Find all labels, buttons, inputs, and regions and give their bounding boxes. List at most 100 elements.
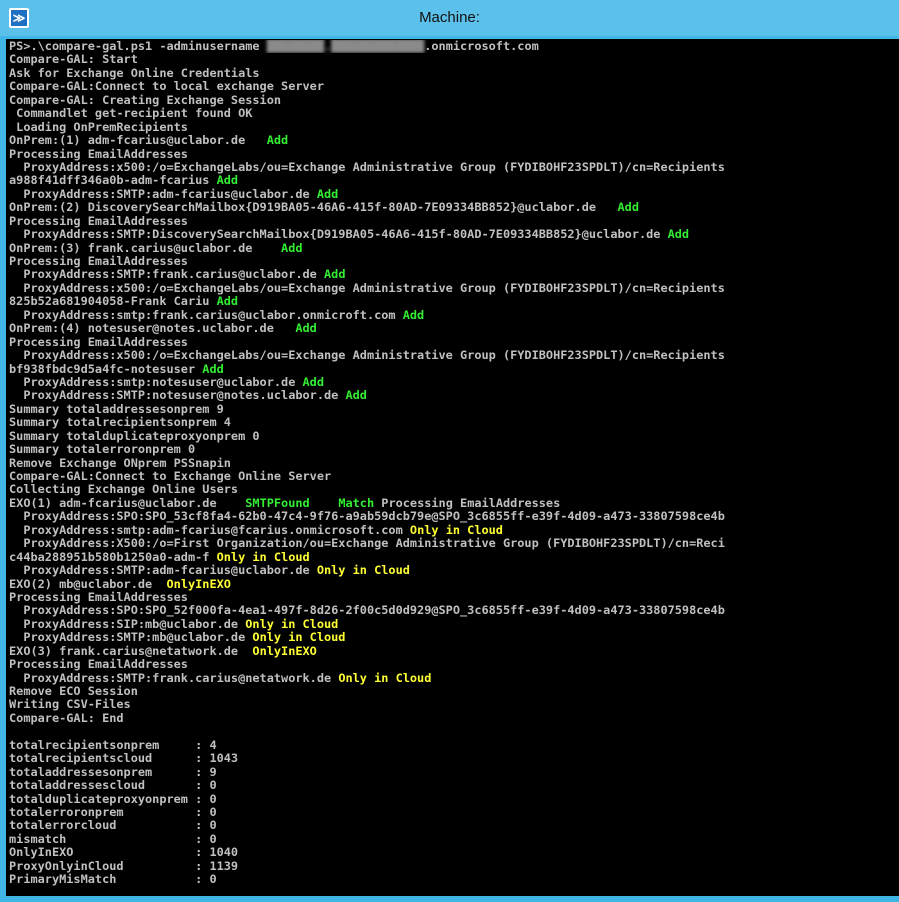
console-line: Writing CSV-Files (9, 698, 899, 711)
console-text: Compare-GAL: Start (9, 53, 138, 67)
console-line: EXO(1) adm-fcarius@uclabor.de SMTPFound … (9, 497, 899, 510)
title-bar[interactable]: ≫ Machine: (0, 0, 899, 36)
console-line: OnPrem:(3) frank.carius@uclabor.de Add (9, 242, 899, 255)
console-line: ProxyAddress:SMTP:frank.carius@netatwork… (9, 672, 899, 685)
console-text: ProxyAddress:x500:/o=ExchangeLabs/ou=Exc… (9, 281, 725, 295)
console-text: Compare-GAL:Connect to Exchange Online S… (9, 470, 332, 483)
console-line: Commandlet get-recipient found OK (9, 107, 899, 120)
console-line: Processing EmailAddresses (9, 255, 899, 268)
console-line: ProxyAddress:x500:/o=ExchangeLabs/ou=Exc… (9, 161, 899, 174)
console-text: totalerrorcloud : 0 (9, 819, 217, 833)
status-cloud: Only in Cloud (316, 564, 410, 578)
console-line: Summary totalduplicateproxyonprem 0 (9, 430, 899, 443)
console-line: OnPrem:(2) DiscoverySearchMailbox{D919BA… (9, 201, 899, 214)
status-cloud: Only in Cloud (245, 617, 339, 631)
status-add: Add (202, 362, 224, 376)
console-line: ProxyAddress:SPO:SPO_52f000fa-4ea1-497f-… (9, 604, 899, 617)
console-text: Processing EmailAddresses (9, 214, 188, 228)
status-add: Add (617, 201, 639, 215)
console-line: Loading OnPremRecipients (9, 121, 899, 134)
status-match: SMTPFound (245, 496, 310, 510)
console-text: ProxyAddress:SMTP:adm-fcarius@uclabor.de (9, 564, 317, 578)
console-output[interactable]: PS>.\compare-gal.ps1 -adminusername ████… (6, 39, 899, 896)
console-line: Summary totalerroronprem 0 (9, 443, 899, 456)
console-text: totaladdressesonprem : 9 (9, 765, 217, 779)
console-line: ProxyOnlyinCloud : 1139 (9, 860, 899, 873)
console-text: Compare-GAL:Connect to local exchange Se… (9, 80, 324, 94)
console-line: PrimaryMisMatch : 0 (9, 873, 899, 886)
console-text: Summary totaladdressesonprem 9 (9, 402, 224, 416)
console-text: OnPrem:(1) adm-fcarius@uclabor.de (9, 134, 267, 148)
status-add: Add (216, 295, 239, 309)
console-text: ProxyAddress:SMTP:mb@uclabor.de (9, 631, 253, 645)
powershell-window: ≫ Machine: PS>.\compare-gal.ps1 -adminus… (0, 0, 899, 902)
console-text: bf938fbdc9d5a4fc-notesuser (9, 362, 203, 376)
console-line: mismatch : 0 (9, 833, 899, 846)
console-text: Commandlet get-recipient found OK (9, 107, 253, 121)
console-text: ProxyAddress:X500:/o=First Organization/… (9, 537, 725, 551)
redacted-text: ████████.█████████████ (266, 40, 425, 53)
status-add: Add (667, 228, 690, 242)
console-text: OnPrem:(4) notesuser@notes.uclabor.de (9, 322, 296, 336)
console-text: .onmicrosoft.com (424, 40, 539, 53)
console-text: Writing CSV-Files (9, 698, 131, 712)
console-text: ProxyAddress:SMTP:frank.carius@uclabor.d… (9, 268, 324, 282)
status-add: Add (402, 308, 425, 322)
console-line: Processing EmailAddresses (9, 336, 899, 349)
status-cloud: Only in Cloud (338, 671, 432, 685)
console-line: totaladdressesonprem : 9 (9, 766, 899, 779)
status-add: Add (324, 268, 346, 282)
console-line: 825b52a681904058-Frank Cariu Add (9, 295, 899, 308)
console-line: Processing EmailAddresses (9, 591, 899, 604)
console-line: totalerrorcloud : 0 (9, 819, 899, 832)
console-line: ProxyAddress:SIP:mb@uclabor.de Only in C… (9, 618, 899, 631)
console-line: OnPrem:(4) notesuser@notes.uclabor.de Ad… (9, 322, 899, 335)
console-text: Remove Exchange ONprem PSSnapin (9, 456, 231, 470)
console-text: Summary totalrecipientsonprem 4 (9, 416, 231, 430)
console-line: OnPrem:(1) adm-fcarius@uclabor.de Add (9, 134, 899, 147)
console-line: ProxyAddress:X500:/o=First Organization/… (9, 537, 899, 550)
status-add: Add (302, 375, 324, 389)
console-line: Processing EmailAddresses (9, 148, 899, 161)
console-line: Processing EmailAddresses (9, 658, 899, 671)
console-text: Compare-GAL: End (9, 711, 124, 725)
console-line: ProxyAddress:x500:/o=ExchangeLabs/ou=Exc… (9, 349, 899, 362)
console-lines: PS>.\compare-gal.ps1 -adminusername ████… (9, 40, 899, 896)
status-add: Add (281, 241, 303, 255)
console-text: totalerroronprem : 0 (9, 805, 217, 819)
console-text: ProxyAddress:smtp:notesuser@uclabor.de (9, 375, 303, 389)
console-line: Remove Exchange ONprem PSSnapin (9, 457, 899, 470)
console-text: ProxyAddress:SPO:SPO_52f000fa-4ea1-497f-… (9, 604, 725, 618)
console-text: OnPrem:(3) frank.carius@uclabor.de (9, 241, 282, 255)
console-line: totalerroronprem : 0 (9, 806, 899, 819)
console-line: PS>.\compare-gal.ps1 -adminusername ████… (9, 40, 899, 53)
status-add: Add (216, 174, 239, 188)
console-line: Collecting Exchange Online Users (9, 483, 899, 496)
console-text: PrimaryMisMatch : 0 (9, 873, 217, 887)
console-text: ProxyAddress:SIP:mb@uclabor.de (9, 617, 246, 631)
status-cloud: Only in Cloud (409, 523, 503, 537)
console-line: ProxyAddress:smtp:notesuser@uclabor.de A… (9, 376, 899, 389)
window-title: Machine: (419, 9, 480, 26)
status-add: Add (316, 187, 339, 201)
console-text: Processing EmailAddresses (9, 147, 188, 161)
console-text: Remove ECO Session (9, 685, 138, 698)
status-cloud: OnlyInEXO (166, 577, 231, 591)
console-line: Compare-GAL: Start (9, 53, 899, 66)
console-text: Summary totalerroronprem 0 (9, 443, 196, 457)
console-text: ProxyAddress:smtp:frank.carius@uclabor.o… (9, 308, 403, 322)
console-text: Summary totalduplicateproxyonprem 0 (9, 429, 260, 443)
console-text: Processing EmailAddresses (9, 255, 188, 268)
console-text: ProxyAddress:x500:/o=ExchangeLabs/ou=Exc… (9, 160, 725, 174)
console-line: Compare-GAL:Connect to local exchange Se… (9, 80, 899, 93)
status-cloud: Only in Cloud (252, 631, 346, 645)
console-line: c44ba288951b580b1250a0-adm-f Only in Clo… (9, 551, 899, 564)
console-line: EXO(3) frank.carius@netatwork.de OnlyInE… (9, 645, 899, 658)
console-line: ProxyAddress:SMTP:frank.carius@uclabor.d… (9, 268, 899, 281)
console-line: EXO(2) mb@uclabor.de OnlyInEXO (9, 578, 899, 591)
console-text: mismatch : 0 (9, 832, 217, 846)
console-text: EXO(1) adm-fcarius@uclabor.de (9, 496, 246, 510)
status-add: Add (295, 322, 317, 336)
